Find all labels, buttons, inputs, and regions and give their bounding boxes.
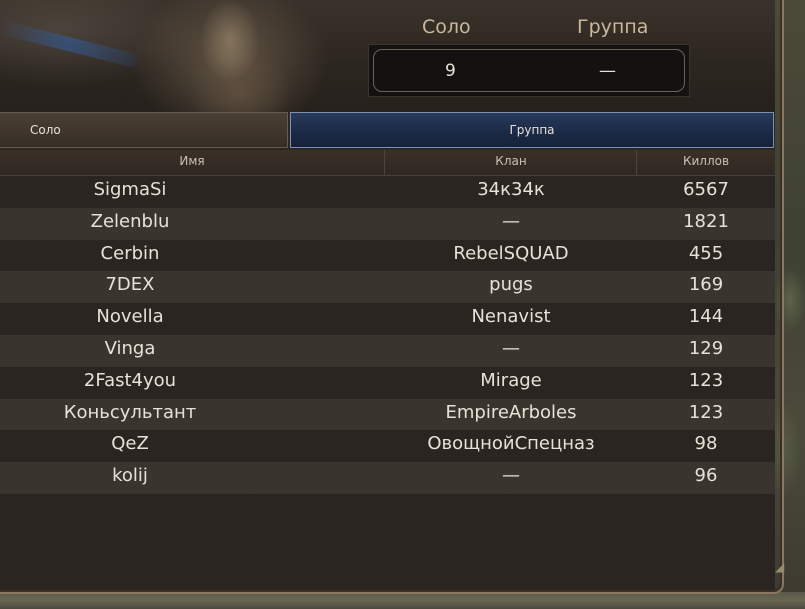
player-name: Novella (96, 306, 164, 328)
table-row[interactable]: Cerbin RebelSQUAD 455 (0, 239, 775, 272)
player-name: 2Fast4you (83, 369, 177, 391)
player-name: SigmaSi (93, 179, 167, 200)
player-kills: 129 (688, 337, 724, 359)
column-header-name[interactable]: Имя (0, 154, 384, 168)
tab-group[interactable]: Группа (290, 112, 774, 148)
table-row[interactable]: kolij — 96 (0, 462, 775, 494)
resize-grip-icon[interactable]: ◢ (775, 560, 793, 592)
summary-group-label: Группа (577, 16, 649, 38)
background-terrain-bottom (0, 592, 805, 609)
table-header: Имя Клан Киллов (0, 150, 775, 176)
player-name: Cerbin (100, 242, 160, 264)
player-kills: 98 (694, 433, 718, 455)
player-name: kolij (112, 465, 148, 487)
table-row[interactable]: QeZ ОвощнойСпецназ 98 (0, 430, 775, 463)
player-name: 7DEX (105, 274, 155, 296)
ranking-table-body: SigmaSi 34к34к 6567 Zelenblu — 1821 Cerb… (0, 176, 775, 494)
player-name: QeZ (111, 433, 149, 455)
player-name: Коньсультант (63, 401, 197, 423)
player-kills: 455 (688, 242, 724, 264)
player-clan: — (502, 465, 520, 487)
player-clan: — (502, 337, 520, 359)
player-kills: 169 (688, 274, 724, 296)
player-kills: 123 (688, 401, 724, 423)
summary-box: 9 — (368, 44, 690, 97)
player-kills: 96 (694, 465, 718, 487)
player-clan: ОвощнойСпецназ (427, 433, 595, 455)
table-row[interactable]: SigmaSi 34к34к 6567 (0, 176, 775, 208)
player-clan: — (502, 210, 520, 232)
column-divider (384, 150, 385, 175)
summary-solo-label: Соло (422, 16, 471, 38)
column-divider (636, 150, 637, 175)
player-clan: RebelSQUAD (453, 242, 569, 264)
table-row[interactable]: Zelenblu — 1821 (0, 207, 775, 240)
summary-solo-value: 9 (445, 61, 456, 81)
table-row[interactable]: Коньсультант EmpireArboles 123 (0, 398, 775, 431)
player-kills: 6567 (683, 179, 729, 200)
player-clan: Mirage (480, 369, 542, 391)
player-clan: pugs (489, 274, 533, 296)
tab-solo[interactable]: Соло (0, 112, 288, 148)
player-clan: EmpireArboles (445, 401, 577, 423)
column-header-kills[interactable]: Киллов (638, 154, 774, 168)
column-header-clan[interactable]: Клан (386, 154, 636, 168)
player-clan: 34к34к (477, 179, 545, 200)
player-name: Vinga (104, 337, 156, 359)
player-kills: 123 (688, 369, 724, 391)
player-name: Zelenblu (90, 210, 170, 232)
player-kills: 144 (688, 306, 724, 328)
table-row[interactable]: Vinga — 129 (0, 334, 775, 367)
player-clan: Nenavist (471, 306, 551, 328)
player-kills: 1821 (683, 210, 729, 232)
table-row[interactable]: 7DEX pugs 169 (0, 271, 775, 304)
summary-group-value: — (599, 61, 616, 81)
summary-frame (373, 49, 685, 92)
table-row[interactable]: 2Fast4you Mirage 123 (0, 366, 775, 399)
table-row[interactable]: Novella Nenavist 144 (0, 303, 775, 335)
